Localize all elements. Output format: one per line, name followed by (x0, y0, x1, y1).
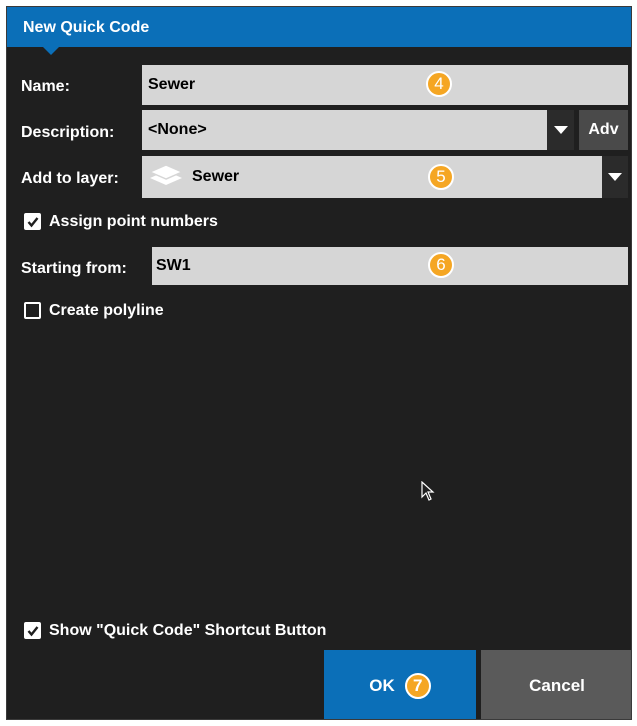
chevron-down-icon (608, 173, 622, 181)
dialog-titlebar: New Quick Code (7, 7, 631, 47)
callout-badge-layer: 5 (428, 164, 454, 190)
layer-value: Sewer (192, 168, 240, 185)
starting-from-field[interactable]: SW1 (152, 247, 628, 285)
starting-from-label: Starting from: (21, 260, 127, 277)
description-dropdown[interactable]: <None> (142, 110, 547, 150)
layer-label: Add to layer: (21, 170, 119, 187)
checkmark-icon (27, 217, 39, 228)
starting-from-value: SW1 (156, 257, 191, 274)
cancel-button-label: Cancel (529, 675, 585, 695)
name-field[interactable]: Sewer (142, 65, 628, 105)
checkmark-icon (27, 626, 39, 637)
name-label: Name: (21, 78, 70, 95)
assign-point-numbers-label[interactable]: Assign point numbers (49, 213, 218, 231)
create-polyline-label[interactable]: Create polyline (49, 302, 164, 320)
callout-badge-starting: 6 (428, 252, 454, 278)
create-polyline-checkbox[interactable] (24, 302, 41, 319)
description-label: Description: (21, 124, 115, 141)
dialog-title: New Quick Code (23, 19, 150, 36)
name-value: Sewer (148, 76, 196, 93)
layers-icon (146, 159, 186, 195)
callout-badge-ok: 7 (404, 672, 431, 699)
description-dropdown-arrow[interactable] (547, 110, 574, 150)
ok-button[interactable]: OK 7 (324, 650, 476, 719)
show-shortcut-label[interactable]: Show "Quick Code" Shortcut Button (49, 622, 326, 640)
layer-dropdown-arrow[interactable] (602, 156, 628, 198)
chevron-down-icon (553, 126, 568, 134)
cancel-button[interactable]: Cancel (481, 650, 631, 719)
adv-button[interactable]: Adv (579, 110, 628, 150)
new-quick-code-dialog: New Quick Code Name: Sewer 4 Description… (6, 6, 632, 720)
layer-dropdown[interactable]: Sewer (142, 156, 602, 198)
adv-button-label: Adv (588, 121, 619, 138)
title-notch (43, 47, 59, 55)
assign-point-numbers-checkbox[interactable] (24, 213, 41, 230)
ok-button-label: OK (369, 675, 395, 695)
description-value: <None> (148, 121, 207, 138)
callout-badge-name: 4 (426, 71, 452, 97)
mouse-cursor-icon (421, 481, 435, 501)
show-shortcut-checkbox[interactable] (24, 622, 41, 639)
